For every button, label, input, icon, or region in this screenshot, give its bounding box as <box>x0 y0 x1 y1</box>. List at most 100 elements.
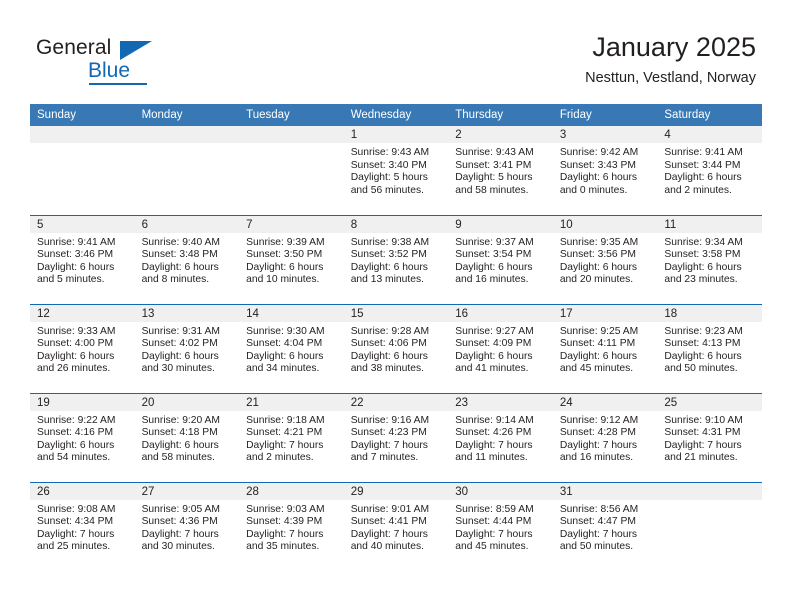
daylight-text: Daylight: 6 hours and 50 minutes. <box>664 350 742 375</box>
sunset-text: Sunset: 3:44 PM <box>664 159 741 171</box>
sunset-text: Sunset: 4:09 PM <box>455 338 532 350</box>
sunset-text: Sunset: 4:44 PM <box>455 516 532 528</box>
daylight-text: Daylight: 6 hours and 0 minutes. <box>559 172 638 196</box>
general-blue-logo[interactable]: General Blue <box>36 36 216 88</box>
day-details: Sunrise: 9:25 AM Sunset: 4:11 PM Daylight:… <box>553 322 658 376</box>
logo-triangle-icon <box>120 41 152 60</box>
calendar-day-cell-empty <box>134 126 240 215</box>
calendar-day-cell[interactable]: 26 Sunrise: 9:08 AM Sunset: 4:34 PM Dayligh… <box>30 481 135 571</box>
day-number: 6 <box>134 215 240 233</box>
calendar-day-cell[interactable]: 31 Sunrise: 8:56 AM Sunset: 4:47 PM Dayligh… <box>552 481 658 571</box>
calendar-day-cell[interactable]: 7 Sunrise: 9:39 AM Sunset: 3:50 PM Daylight… <box>239 214 344 304</box>
calendar-day-cell[interactable]: 15 Sunrise: 9:28 AM Sunset: 4:06 PM Dayligh… <box>343 303 449 393</box>
calendar-day-cell[interactable]: 9 Sunrise: 9:37 AM Sunset: 3:54 PM Daylight… <box>448 214 553 304</box>
calendar-day-cell[interactable]: 13 Sunrise: 9:31 AM Sunset: 4:02 PM Dayligh… <box>134 303 240 393</box>
sunrise-text: Sunrise: 9:41 AM <box>37 236 116 248</box>
calendar-table: Sunday Monday Tuesday Wednesday Thursday… <box>30 104 762 571</box>
sunrise-text: Sunrise: 9:23 AM <box>664 325 743 337</box>
day-number: 3 <box>552 126 658 143</box>
sunrise-text: Sunrise: 9:27 AM <box>455 325 534 337</box>
calendar-day-cell[interactable]: 29 Sunrise: 9:01 AM Sunset: 4:41 PM Dayligh… <box>343 481 449 571</box>
calendar-day-cell[interactable]: 12 Sunrise: 9:33 AM Sunset: 4:00 PM Dayligh… <box>30 303 135 393</box>
calendar-day-cell[interactable]: 27 Sunrise: 9:05 AM Sunset: 4:36 PM Dayligh… <box>134 481 240 571</box>
sunset-text: Sunset: 3:58 PM <box>664 249 741 261</box>
calendar-day-cell[interactable]: 1 Sunrise: 9:43 AM Sunset: 3:40 PM Daylight… <box>343 126 449 215</box>
calendar-day-cell[interactable]: 30 Sunrise: 8:59 AM Sunset: 4:44 PM Dayligh… <box>448 481 553 571</box>
day-number: 25 <box>657 393 762 411</box>
calendar-day-cell[interactable]: 16 Sunrise: 9:27 AM Sunset: 4:09 PM Dayligh… <box>448 303 553 393</box>
daylight-text: Daylight: 6 hours and 5 minutes. <box>37 261 115 286</box>
sunrise-text: Sunrise: 9:20 AM <box>141 414 220 426</box>
calendar-day-cell-empty <box>30 126 135 215</box>
daylight-text: Daylight: 6 hours and 10 minutes. <box>246 261 324 286</box>
calendar-day-cell[interactable]: 25 Sunrise: 9:10 AM Sunset: 4:31 PM Dayligh… <box>657 392 762 482</box>
sunrise-text: Sunrise: 9:12 AM <box>559 414 639 426</box>
day-details: Sunrise: 9:39 AM Sunset: 3:50 PM Daylight:… <box>239 233 344 287</box>
sunset-text: Sunset: 3:48 PM <box>141 249 218 261</box>
calendar-day-cell[interactable]: 23 Sunrise: 9:14 AM Sunset: 4:26 PM Dayligh… <box>448 392 553 482</box>
day-details: Sunrise: 9:43 AM Sunset: 3:41 PM Daylight:… <box>448 143 553 197</box>
day-details: Sunrise: 9:35 AM Sunset: 3:56 PM Daylight:… <box>553 233 658 287</box>
calendar-day-cell[interactable]: 3 Sunrise: 9:42 AM Sunset: 3:43 PM Daylight… <box>552 126 658 215</box>
sunset-text: Sunset: 4:28 PM <box>559 427 636 439</box>
day-details: Sunrise: 9:41 AM Sunset: 3:46 PM Daylight:… <box>30 233 135 287</box>
sunrise-text: Sunrise: 9:28 AM <box>350 325 430 337</box>
weekday-header-tuesday: Tuesday <box>239 104 344 126</box>
location-subtitle: Nesttun, Vestland, Norway <box>585 70 756 86</box>
calendar-grid: Sunday Monday Tuesday Wednesday Thursday… <box>30 104 762 571</box>
sunset-text: Sunset: 4:06 PM <box>350 338 427 350</box>
daylight-text: Daylight: 6 hours and 38 minutes. <box>350 350 428 375</box>
calendar-day-cell[interactable]: 4 Sunrise: 9:41 AM Sunset: 3:44 PM Daylight… <box>657 126 762 215</box>
calendar-day-cell[interactable]: 14 Sunrise: 9:30 AM Sunset: 4:04 PM Dayligh… <box>239 303 344 393</box>
calendar-day-cell[interactable]: 21 Sunrise: 9:18 AM Sunset: 4:21 PM Dayligh… <box>239 392 344 482</box>
sunrise-text: Sunrise: 9:39 AM <box>246 236 325 248</box>
daylight-text: Daylight: 7 hours and 11 minutes. <box>455 439 533 464</box>
weekday-header-sunday: Sunday <box>30 104 135 126</box>
day-details: Sunrise: 9:01 AM Sunset: 4:41 PM Daylight:… <box>344 500 449 554</box>
calendar-day-cell[interactable]: 2 Sunrise: 9:43 AM Sunset: 3:41 PM Daylight… <box>448 126 553 215</box>
daylight-text: Daylight: 6 hours and 30 minutes. <box>141 350 219 375</box>
daylight-text: Daylight: 6 hours and 45 minutes. <box>559 350 638 375</box>
day-number: 8 <box>343 215 449 233</box>
calendar-day-cell[interactable]: 17 Sunrise: 9:25 AM Sunset: 4:11 PM Dayligh… <box>552 303 658 393</box>
sunset-text: Sunset: 4:41 PM <box>350 516 427 528</box>
calendar-day-cell[interactable]: 10 Sunrise: 9:35 AM Sunset: 3:56 PM Dayligh… <box>552 214 658 304</box>
calendar-day-cell[interactable]: 20 Sunrise: 9:20 AM Sunset: 4:18 PM Dayligh… <box>134 392 240 482</box>
calendar-day-cell[interactable]: 28 Sunrise: 9:03 AM Sunset: 4:39 PM Dayligh… <box>239 481 344 571</box>
calendar-day-cell[interactable]: 5 Sunrise: 9:41 AM Sunset: 3:46 PM Daylight… <box>30 214 135 304</box>
day-number: 10 <box>552 215 658 233</box>
daylight-text: Daylight: 7 hours and 45 minutes. <box>455 528 533 553</box>
daylight-text: Daylight: 6 hours and 54 minutes. <box>37 439 115 464</box>
sunset-text: Sunset: 3:54 PM <box>455 249 532 261</box>
page-title: January 2025 <box>592 32 756 62</box>
day-details: Sunrise: 9:03 AM Sunset: 4:39 PM Daylight:… <box>239 500 344 554</box>
sunset-text: Sunset: 3:52 PM <box>350 249 427 261</box>
day-details: Sunrise: 9:37 AM Sunset: 3:54 PM Daylight:… <box>448 233 553 287</box>
sunrise-text: Sunrise: 9:25 AM <box>559 325 639 337</box>
sunrise-text: Sunrise: 9:31 AM <box>141 325 220 337</box>
calendar-day-cell-empty <box>657 481 762 571</box>
calendar-day-cell[interactable]: 8 Sunrise: 9:38 AM Sunset: 3:52 PM Daylight… <box>343 214 449 304</box>
day-details: Sunrise: 9:40 AM Sunset: 3:48 PM Daylight:… <box>135 233 240 287</box>
day-number: 31 <box>552 482 658 500</box>
calendar-day-cell[interactable]: 11 Sunrise: 9:34 AM Sunset: 3:58 PM Dayligh… <box>657 214 762 304</box>
day-details: Sunrise: 9:22 AM Sunset: 4:16 PM Daylight:… <box>30 411 135 465</box>
day-details: Sunrise: 9:05 AM Sunset: 4:36 PM Daylight:… <box>135 500 240 554</box>
sunset-text: Sunset: 4:04 PM <box>246 338 323 350</box>
calendar-day-cell[interactable]: 6 Sunrise: 9:40 AM Sunset: 3:48 PM Daylight… <box>134 214 240 304</box>
day-number: 14 <box>239 304 344 322</box>
day-details: Sunrise: 9:33 AM Sunset: 4:00 PM Daylight:… <box>30 322 135 376</box>
daylight-text: Daylight: 7 hours and 35 minutes. <box>246 528 324 553</box>
daylight-text: Daylight: 7 hours and 25 minutes. <box>37 528 115 553</box>
sunset-text: Sunset: 4:47 PM <box>559 516 636 528</box>
day-number: 27 <box>134 482 240 500</box>
sunrise-text: Sunrise: 9:40 AM <box>141 236 220 248</box>
calendar-day-cell[interactable]: 19 Sunrise: 9:22 AM Sunset: 4:16 PM Dayligh… <box>30 392 135 482</box>
calendar-day-cell[interactable]: 24 Sunrise: 9:12 AM Sunset: 4:28 PM Dayligh… <box>552 392 658 482</box>
day-number: 28 <box>239 482 344 500</box>
calendar-week-row: 1 Sunrise: 9:43 AM Sunset: 3:40 PM Daylight… <box>30 126 762 215</box>
calendar-day-cell[interactable]: 22 Sunrise: 9:16 AM Sunset: 4:23 PM Dayligh… <box>343 392 449 482</box>
sunrise-text: Sunrise: 9:42 AM <box>559 147 639 158</box>
calendar-day-cell[interactable]: 18 Sunrise: 9:23 AM Sunset: 4:13 PM Dayligh… <box>657 303 762 393</box>
day-details: Sunrise: 9:31 AM Sunset: 4:02 PM Daylight:… <box>135 322 240 376</box>
